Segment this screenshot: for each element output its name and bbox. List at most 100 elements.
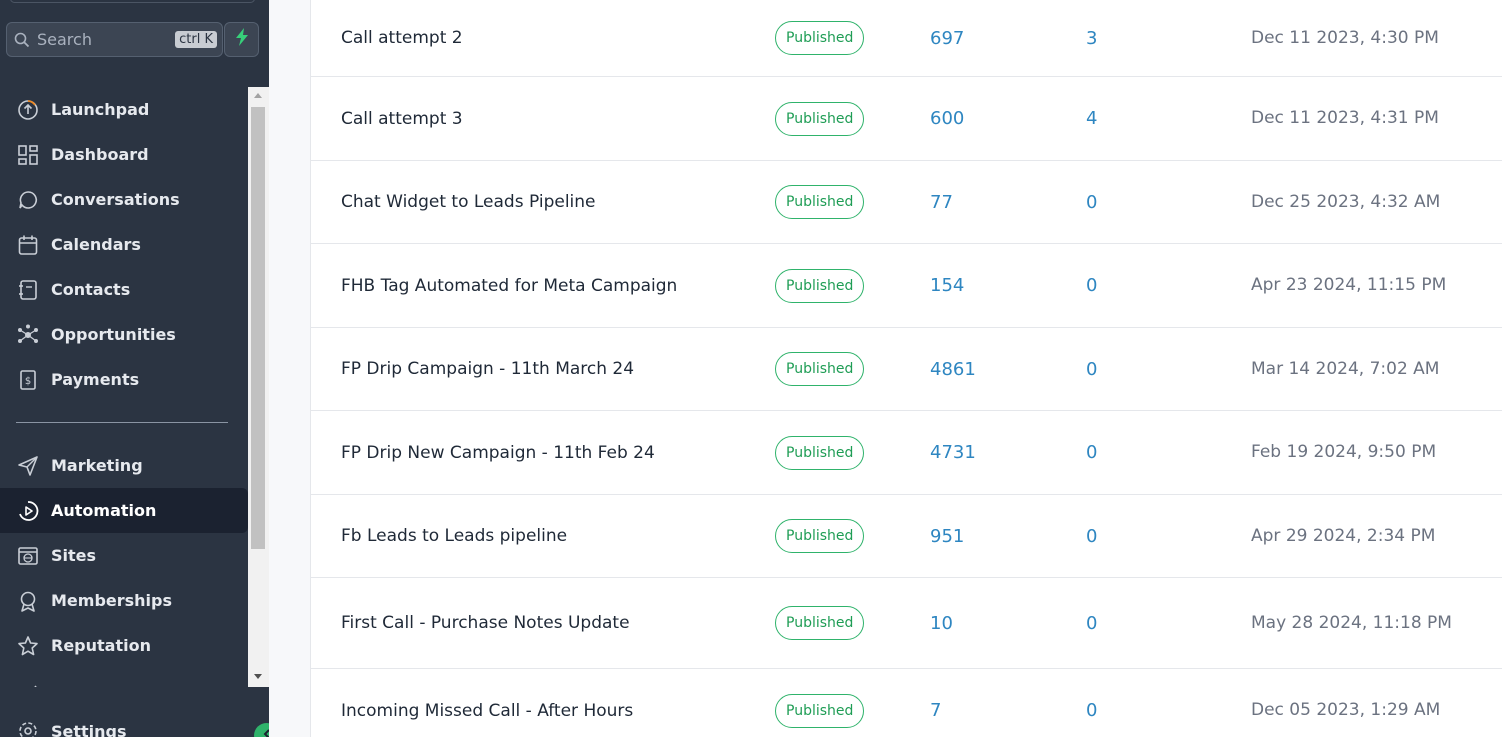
- total-enrolled-link[interactable]: 4861: [930, 328, 976, 410]
- sidebar-item-label: Automation: [51, 501, 157, 520]
- contacts-book-icon: [16, 278, 40, 302]
- active-enrolled-link[interactable]: 3: [1086, 0, 1097, 76]
- table-row[interactable]: Chat Widget to Leads Pipeline Published …: [311, 161, 1502, 244]
- sidebar-item-opportunities[interactable]: Opportunities: [0, 312, 248, 357]
- search-shortcut-badge: ctrl K: [175, 31, 217, 48]
- sidebar-item-settings[interactable]: Settings: [0, 716, 248, 737]
- dashboard-icon: [16, 143, 40, 167]
- status-cell: Published: [775, 411, 865, 494]
- sidebar-item-label: Conversations: [51, 190, 180, 209]
- total-enrolled-link[interactable]: 951: [930, 495, 964, 577]
- status-cell: Published: [775, 328, 865, 410]
- sidebar-item-label: Memberships: [51, 591, 173, 610]
- workflow-name[interactable]: Incoming Missed Call - After Hours: [341, 669, 633, 737]
- workflows-main: Call attempt 2 Published 697 3 Dec 11 20…: [269, 0, 1502, 737]
- sidebar-divider: [16, 422, 228, 423]
- sidebar-scrollbar[interactable]: [248, 87, 269, 687]
- workflow-name[interactable]: FP Drip New Campaign - 11th Feb 24: [341, 411, 655, 494]
- sidebar-item-launchpad[interactable]: Launchpad: [0, 87, 248, 132]
- sidebar-nav: Launchpad Dashboard Conversations Calend…: [0, 87, 248, 687]
- last-updated-date: Feb 19 2024, 9:50 PM: [1251, 442, 1437, 462]
- active-enrolled-link[interactable]: 0: [1086, 244, 1097, 327]
- sidebar-item-conversations[interactable]: Conversations: [0, 177, 248, 222]
- status-badge: Published: [775, 693, 865, 728]
- status-badge: Published: [775, 606, 865, 640]
- last-updated-date: Dec 05 2023, 1:29 AM: [1251, 700, 1441, 720]
- status-cell: Published: [775, 161, 865, 243]
- sidebar-item-payments[interactable]: $ Payments: [0, 357, 248, 402]
- last-updated-date: Dec 25 2023, 4:32 AM: [1251, 191, 1441, 212]
- sidebar-item-sites[interactable]: Sites: [0, 533, 248, 578]
- sidebar-item-label: Marketing: [51, 456, 143, 475]
- active-enrolled-link[interactable]: 0: [1086, 669, 1097, 737]
- status-badge: Published: [775, 519, 865, 553]
- location-switcher-edge[interactable]: [10, 0, 255, 3]
- table-row[interactable]: Incoming Missed Call - After Hours Publi…: [311, 669, 1502, 737]
- scroll-down-arrow-icon[interactable]: [254, 674, 262, 679]
- total-enrolled-link[interactable]: 77: [930, 161, 953, 243]
- quick-actions-button[interactable]: [224, 22, 259, 57]
- active-enrolled-link[interactable]: 0: [1086, 578, 1097, 668]
- sidebar-item-label: Sites: [51, 546, 97, 565]
- total-enrolled-link[interactable]: 4731: [930, 411, 976, 494]
- status-cell: Published: [775, 244, 865, 327]
- status-cell: Published: [775, 578, 865, 668]
- payments-receipt-icon: $: [16, 368, 40, 392]
- workflow-name[interactable]: First Call - Purchase Notes Update: [341, 578, 630, 668]
- sidebar-item-label: Calendars: [51, 235, 141, 254]
- active-enrolled-link[interactable]: 0: [1086, 411, 1097, 494]
- table-row[interactable]: FHB Tag Automated for Meta Campaign Publ…: [311, 244, 1502, 328]
- table-row[interactable]: Call attempt 2 Published 697 3 Dec 11 20…: [311, 0, 1502, 77]
- automation-play-icon: [16, 499, 40, 523]
- total-enrolled-link[interactable]: 10: [930, 578, 953, 668]
- search-input[interactable]: Search ctrl K: [6, 22, 223, 57]
- table-row[interactable]: Call attempt 3 Published 600 4 Dec 11 20…: [311, 77, 1502, 161]
- sidebar-item-label: Contacts: [51, 280, 131, 299]
- launchpad-icon: [16, 98, 40, 122]
- chat-bubble-icon: [16, 188, 40, 212]
- sidebar-item-marketing[interactable]: Marketing: [0, 443, 248, 488]
- calendar-icon: [16, 233, 40, 257]
- sidebar-item-label: Reputation: [51, 636, 151, 655]
- sidebar-item-reporting-partial[interactable]: [0, 668, 248, 687]
- workflow-name[interactable]: FP Drip Campaign - 11th March 24: [341, 328, 634, 410]
- send-paper-plane-icon: [16, 454, 40, 478]
- status-badge: Published: [775, 435, 865, 470]
- sidebar-item-automation[interactable]: Automation: [0, 488, 248, 533]
- table-row[interactable]: FP Drip Campaign - 11th March 24 Publish…: [311, 328, 1502, 411]
- workflow-name[interactable]: Call attempt 2: [341, 0, 463, 76]
- total-enrolled-link[interactable]: 697: [930, 0, 964, 76]
- sidebar-item-reputation[interactable]: Reputation: [0, 623, 248, 668]
- star-icon: [16, 634, 40, 658]
- total-enrolled-link[interactable]: 7: [930, 669, 941, 737]
- active-enrolled-link[interactable]: 4: [1086, 77, 1097, 160]
- total-enrolled-link[interactable]: 154: [930, 244, 964, 327]
- scrollbar-thumb[interactable]: [251, 107, 265, 549]
- active-enrolled-link[interactable]: 0: [1086, 328, 1097, 410]
- last-updated-date: Apr 29 2024, 2:34 PM: [1251, 525, 1436, 546]
- sidebar-item-memberships[interactable]: Memberships: [0, 578, 248, 623]
- membership-badge-icon: [16, 589, 40, 613]
- total-enrolled-link[interactable]: 600: [930, 77, 964, 160]
- status-badge: Published: [775, 21, 865, 55]
- active-enrolled-link[interactable]: 0: [1086, 161, 1097, 243]
- workflow-name[interactable]: Chat Widget to Leads Pipeline: [341, 161, 596, 243]
- sidebar-item-dashboard[interactable]: Dashboard: [0, 132, 248, 177]
- table-row[interactable]: Fb Leads to Leads pipeline Published 951…: [311, 495, 1502, 578]
- workflow-name[interactable]: FHB Tag Automated for Meta Campaign: [341, 244, 677, 327]
- last-updated-date: Dec 11 2023, 4:31 PM: [1251, 108, 1439, 128]
- workflow-name[interactable]: Fb Leads to Leads pipeline: [341, 495, 567, 577]
- sidebar-item-calendars[interactable]: Calendars: [0, 222, 248, 267]
- last-updated-date: May 28 2024, 11:18 PM: [1251, 612, 1452, 633]
- table-row[interactable]: First Call - Purchase Notes Update Publi…: [311, 578, 1502, 669]
- gear-icon: [16, 719, 40, 737]
- status-badge: Published: [775, 101, 865, 136]
- last-updated-date: Dec 11 2023, 4:30 PM: [1251, 27, 1439, 48]
- sidebar-item-contacts[interactable]: Contacts: [0, 267, 248, 312]
- active-enrolled-link[interactable]: 0: [1086, 495, 1097, 577]
- reporting-icon: [16, 679, 40, 687]
- scroll-up-arrow-icon[interactable]: [254, 93, 262, 98]
- sidebar-item-label: Dashboard: [51, 145, 149, 164]
- workflow-name[interactable]: Call attempt 3: [341, 77, 463, 160]
- table-row[interactable]: FP Drip New Campaign - 11th Feb 24 Publi…: [311, 411, 1502, 495]
